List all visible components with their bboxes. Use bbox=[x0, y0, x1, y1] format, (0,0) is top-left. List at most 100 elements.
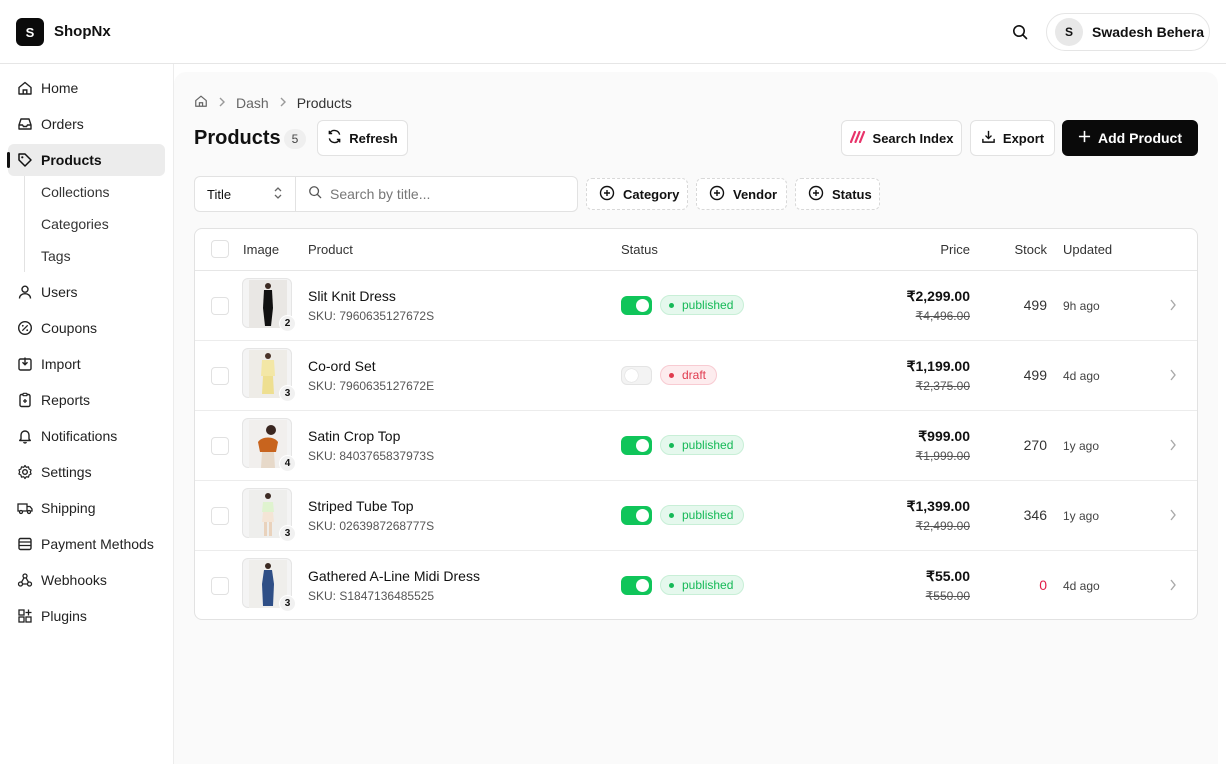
breadcrumb-dash[interactable]: Dash bbox=[236, 95, 269, 111]
add-product-button[interactable]: Add Product bbox=[1062, 120, 1198, 156]
search-input[interactable] bbox=[330, 186, 560, 202]
publish-toggle[interactable] bbox=[621, 576, 652, 595]
product-thumbnail[interactable]: 3 bbox=[242, 348, 296, 402]
status-badge: published bbox=[660, 505, 745, 525]
table-row[interactable]: 4 Satin Crop Top SKU: 8403765837973S pub… bbox=[195, 411, 1197, 481]
sidebar-item-plugins[interactable]: Plugins bbox=[8, 600, 165, 632]
sidebar-subitem-tags[interactable]: Tags bbox=[41, 248, 71, 264]
product-name[interactable]: Slit Knit Dress bbox=[308, 288, 396, 304]
chevron-right-icon[interactable] bbox=[1169, 578, 1177, 596]
sidebar-item-webhooks[interactable]: Webhooks bbox=[8, 564, 165, 596]
product-count-badge: 5 bbox=[284, 129, 306, 149]
tag-icon bbox=[17, 152, 33, 168]
image-count-badge: 4 bbox=[279, 455, 296, 472]
sidebar-item-notifications[interactable]: Notifications bbox=[8, 420, 165, 452]
product-thumbnail[interactable]: 4 bbox=[242, 418, 296, 472]
product-name[interactable]: Gathered A-Line Midi Dress bbox=[308, 568, 480, 584]
sidebar-item-label: Home bbox=[41, 80, 79, 96]
sidebar-item-settings[interactable]: Settings bbox=[8, 456, 165, 488]
product-sku: SKU: S1847136485525 bbox=[308, 589, 435, 603]
image-count-badge: 3 bbox=[279, 595, 296, 612]
column-header-price[interactable]: Price bbox=[940, 242, 970, 257]
chip-label: Category bbox=[623, 186, 680, 202]
status-filter-chip[interactable]: Status bbox=[795, 178, 880, 210]
search-index-button[interactable]: Search Index bbox=[841, 120, 962, 156]
image-count-badge: 3 bbox=[279, 525, 296, 542]
clipboard-icon bbox=[17, 392, 33, 408]
home-icon[interactable] bbox=[194, 94, 208, 111]
column-header-stock[interactable]: Stock bbox=[1014, 242, 1047, 257]
row-checkbox[interactable] bbox=[211, 507, 229, 525]
vendor-filter-chip[interactable]: Vendor bbox=[696, 178, 787, 210]
chevron-right-icon[interactable] bbox=[1169, 368, 1177, 386]
sidebar-item-payment-methods[interactable]: Payment Methods bbox=[8, 528, 165, 560]
chevron-right-icon[interactable] bbox=[1169, 508, 1177, 526]
chevron-right-icon[interactable] bbox=[1169, 438, 1177, 456]
sidebar-item-import[interactable]: Import bbox=[8, 348, 165, 380]
sidebar-item-products[interactable]: Products bbox=[7, 144, 165, 176]
publish-toggle[interactable] bbox=[621, 296, 652, 315]
select-all-checkbox[interactable] bbox=[211, 240, 229, 258]
user-menu[interactable]: S Swadesh Behera bbox=[1046, 13, 1210, 51]
import-icon bbox=[17, 356, 33, 372]
table-row[interactable]: 3 Gathered A-Line Midi Dress SKU: S18471… bbox=[195, 551, 1197, 619]
sidebar-item-reports[interactable]: Reports bbox=[8, 384, 165, 416]
publish-toggle[interactable] bbox=[621, 506, 652, 525]
product-thumbnail[interactable]: 2 bbox=[242, 278, 296, 332]
image-count-badge: 2 bbox=[279, 315, 296, 332]
column-header-updated[interactable]: Updated bbox=[1063, 242, 1112, 257]
sidebar-item-home[interactable]: Home bbox=[8, 72, 165, 104]
column-header-product[interactable]: Product bbox=[308, 242, 353, 257]
search-index-label: Search Index bbox=[872, 130, 954, 146]
product-thumbnail[interactable]: 3 bbox=[242, 558, 296, 612]
table-row[interactable]: 2 Slit Knit Dress SKU: 7960635127672S pu… bbox=[195, 271, 1197, 341]
product-price: ₹1,199.00 bbox=[906, 358, 970, 374]
sidebar-item-label: Plugins bbox=[41, 608, 87, 624]
sidebar-item-label: Settings bbox=[41, 464, 92, 480]
wallet-icon bbox=[17, 536, 33, 552]
export-button[interactable]: Export bbox=[970, 120, 1055, 156]
product-name[interactable]: Striped Tube Top bbox=[308, 498, 414, 514]
submenu-guide bbox=[24, 176, 25, 272]
search-field-select[interactable]: Title bbox=[195, 177, 296, 211]
app-logo[interactable]: S bbox=[16, 18, 44, 46]
refresh-button[interactable]: Refresh bbox=[317, 120, 408, 156]
sidebar-item-users[interactable]: Users bbox=[8, 276, 165, 308]
search-icon bbox=[308, 185, 322, 204]
status-badge: published bbox=[660, 575, 745, 595]
sidebar-item-shipping[interactable]: Shipping bbox=[8, 492, 165, 524]
row-checkbox[interactable] bbox=[211, 437, 229, 455]
sidebar-item-label: Users bbox=[41, 284, 78, 300]
plus-circle-icon bbox=[808, 185, 824, 204]
sidebar-item-label: Webhooks bbox=[41, 572, 107, 588]
table-row[interactable]: 3 Striped Tube Top SKU: 0263987268777S p… bbox=[195, 481, 1197, 551]
table-row[interactable]: 3 Co-ord Set SKU: 7960635127672E draft ₹… bbox=[195, 341, 1197, 411]
products-table: Image Product Status Price Stock Updated… bbox=[194, 228, 1198, 620]
column-header-status[interactable]: Status bbox=[621, 242, 658, 257]
product-thumbnail[interactable]: 3 bbox=[242, 488, 296, 542]
row-checkbox[interactable] bbox=[211, 367, 229, 385]
chevron-right-icon[interactable] bbox=[1169, 298, 1177, 316]
product-name[interactable]: Satin Crop Top bbox=[308, 428, 400, 444]
category-filter-chip[interactable]: Category bbox=[586, 178, 688, 210]
publish-toggle[interactable] bbox=[621, 436, 652, 455]
sidebar-item-orders[interactable]: Orders bbox=[8, 108, 165, 140]
sidebar: Home Orders Products Collections Categor… bbox=[0, 64, 174, 764]
search-icon[interactable] bbox=[1008, 20, 1032, 44]
row-checkbox[interactable] bbox=[211, 297, 229, 315]
product-price: ₹55.00 bbox=[926, 568, 970, 584]
sidebar-item-label: Reports bbox=[41, 392, 91, 408]
sidebar-subitem-categories[interactable]: Categories bbox=[41, 216, 109, 232]
row-checkbox[interactable] bbox=[211, 577, 229, 595]
download-icon bbox=[981, 129, 996, 147]
product-name[interactable]: Co-ord Set bbox=[308, 358, 376, 374]
sidebar-item-coupons[interactable]: Coupons bbox=[8, 312, 165, 344]
publish-toggle[interactable] bbox=[621, 366, 652, 385]
product-stock: 346 bbox=[1023, 507, 1047, 523]
brand-name[interactable]: ShopNx bbox=[54, 23, 111, 40]
webhook-icon bbox=[17, 572, 33, 588]
grid-plus-icon bbox=[17, 608, 33, 624]
sidebar-item-label: Shipping bbox=[41, 500, 96, 516]
sidebar-item-label: Orders bbox=[41, 116, 84, 132]
sidebar-subitem-collections[interactable]: Collections bbox=[41, 184, 109, 200]
